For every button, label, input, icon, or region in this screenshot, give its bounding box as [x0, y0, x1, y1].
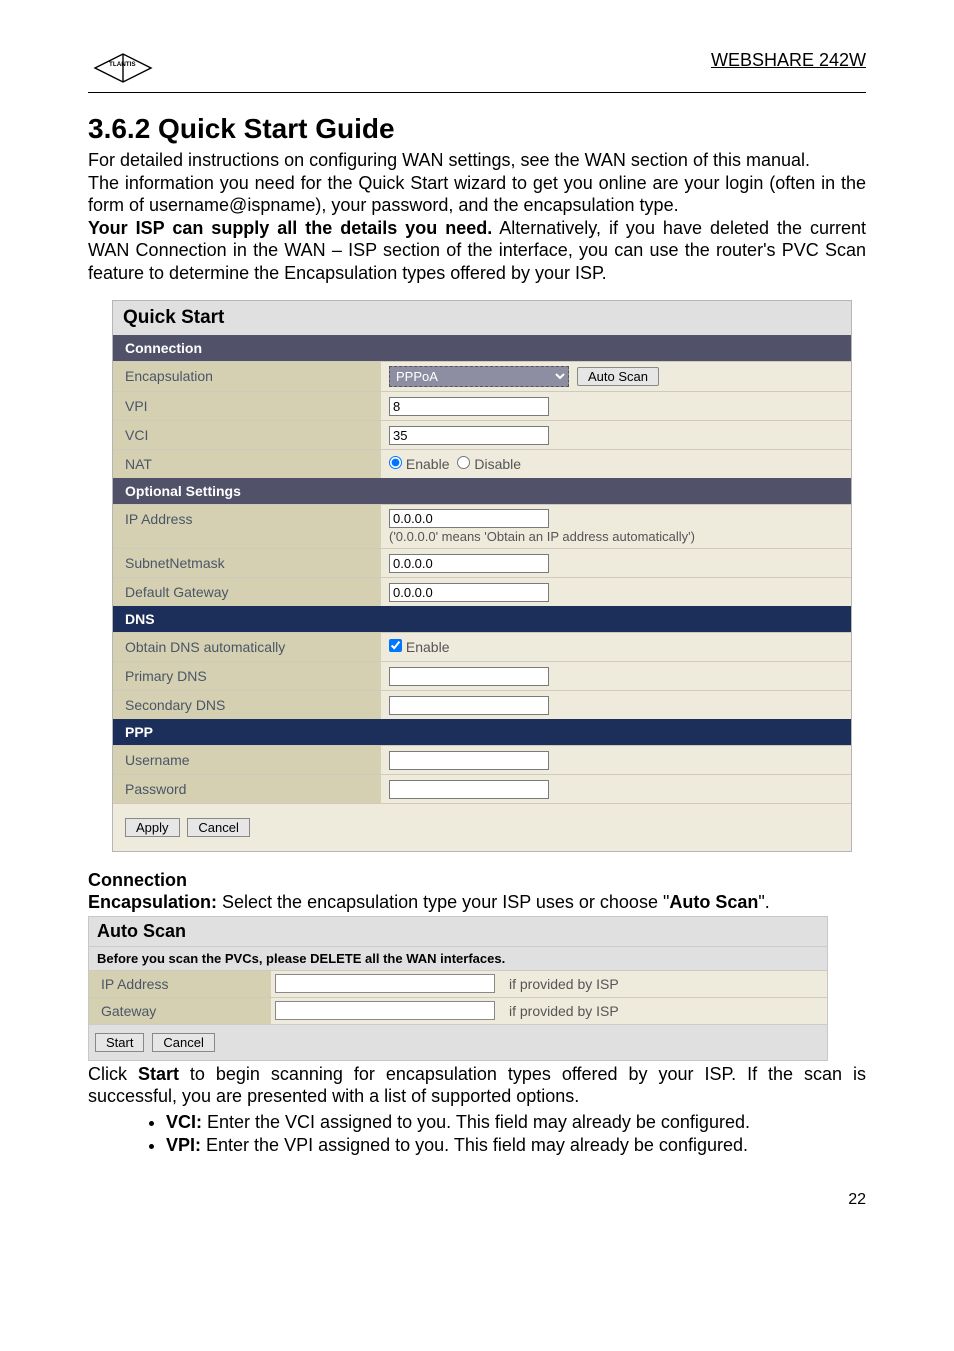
optional-header: Optional Settings	[113, 478, 851, 504]
primary-dns-input[interactable]	[389, 667, 549, 686]
gateway-input[interactable]	[389, 583, 549, 602]
page-number: 22	[88, 1191, 866, 1209]
encap-bold: Encapsulation:	[88, 892, 217, 912]
nat-disable-option[interactable]: Disable	[457, 456, 521, 472]
encap-text: Select the encapsulation type your ISP u…	[217, 892, 669, 912]
quickstart-panel: Quick Start Connection Encapsulation PPP…	[112, 300, 852, 852]
autoscan-title: Auto Scan	[89, 917, 827, 946]
dns-auto-checkbox[interactable]	[389, 639, 402, 652]
panel-button-row: Apply Cancel	[113, 803, 851, 851]
bullet-vpi: VPI: Enter the VPI assigned to you. This…	[166, 1135, 866, 1156]
dns-auto-option[interactable]: Enable	[389, 639, 449, 655]
nat-disable-radio[interactable]	[457, 456, 470, 469]
isp-note-bold: Your ISP can supply all the details you …	[88, 218, 492, 238]
row-vci: VCI	[113, 420, 851, 449]
autoscan-warning: Before you scan the PVCs, please DELETE …	[89, 946, 827, 970]
page-header: TLANTIS WEBSHARE 242W	[88, 50, 866, 93]
password-input[interactable]	[389, 780, 549, 799]
intro-para-2: The information you need for the Quick S…	[88, 172, 866, 217]
encapsulation-label: Encapsulation	[113, 362, 381, 391]
vci-label: VCI	[113, 421, 381, 449]
ip-label: IP Address	[113, 505, 381, 548]
row-username: Username	[113, 745, 851, 774]
ip-hint: ('0.0.0.0' means 'Obtain an IP address a…	[389, 529, 695, 544]
row-netmask: SubnetNetmask	[113, 548, 851, 577]
autoscan-gw-hint: if provided by ISP	[503, 998, 827, 1024]
encapsulation-desc: Encapsulation: Select the encapsulation …	[88, 891, 866, 914]
post-bold: Start	[138, 1064, 179, 1084]
autoscan-gw-label: Gateway	[89, 998, 271, 1024]
row-dns-auto: Obtain DNS automatically Enable	[113, 632, 851, 661]
auto-scan-button[interactable]: Auto Scan	[577, 367, 659, 386]
autoscan-panel: Auto Scan Before you scan the PVCs, plea…	[88, 916, 828, 1061]
password-label: Password	[113, 775, 381, 803]
intro-para-1: For detailed instructions on configuring…	[88, 149, 866, 172]
bullet-vci: VCI: Enter the VCI assigned to you. This…	[166, 1112, 866, 1133]
autoscan-ip-label: IP Address	[89, 971, 271, 997]
row-primary-dns: Primary DNS	[113, 661, 851, 690]
brand-logo: TLANTIS	[88, 50, 158, 86]
svg-text:TLANTIS: TLANTIS	[109, 61, 136, 68]
row-secondary-dns: Secondary DNS	[113, 690, 851, 719]
row-ip: IP Address ('0.0.0.0' means 'Obtain an I…	[113, 504, 851, 548]
username-input[interactable]	[389, 751, 549, 770]
vpi-b: VPI:	[166, 1135, 201, 1155]
dns-auto-text: Enable	[406, 639, 450, 655]
primary-dns-label: Primary DNS	[113, 662, 381, 690]
username-label: Username	[113, 746, 381, 774]
nat-enable-radio[interactable]	[389, 456, 402, 469]
autoscan-row-ip: IP Address if provided by ISP	[89, 970, 827, 997]
row-vpi: VPI	[113, 391, 851, 420]
gateway-label: Default Gateway	[113, 578, 381, 606]
row-encapsulation: Encapsulation PPPoA Auto Scan	[113, 361, 851, 391]
post-pre: Click	[88, 1064, 138, 1084]
row-nat: NAT Enable Disable	[113, 449, 851, 478]
row-password: Password	[113, 774, 851, 803]
dns-header: DNS	[113, 606, 851, 632]
nat-enable-text: Enable	[406, 456, 450, 472]
autoscan-row-gateway: Gateway if provided by ISP	[89, 997, 827, 1024]
autoscan-button-row: Start Cancel	[89, 1024, 827, 1060]
encap-bold2: Auto Scan	[669, 892, 758, 912]
vci-t: Enter the VCI assigned to you. This fiel…	[202, 1112, 750, 1132]
cancel-button[interactable]: Cancel	[187, 818, 249, 837]
row-gateway: Default Gateway	[113, 577, 851, 606]
nat-enable-option[interactable]: Enable	[389, 456, 449, 472]
apply-button[interactable]: Apply	[125, 818, 180, 837]
post-para: Click Start to begin scanning for encaps…	[88, 1063, 866, 1108]
vpi-label: VPI	[113, 392, 381, 420]
post-post: to begin scanning for encapsulation type…	[88, 1064, 866, 1107]
product-name: WEBSHARE 242W	[711, 50, 866, 71]
vci-b: VCI:	[166, 1112, 202, 1132]
encapsulation-select[interactable]: PPPoA	[389, 366, 569, 387]
ip-input[interactable]	[389, 509, 549, 528]
netmask-input[interactable]	[389, 554, 549, 573]
start-button[interactable]: Start	[95, 1033, 144, 1052]
intro-para-3: Your ISP can supply all the details you …	[88, 217, 866, 285]
bullet-list: VCI: Enter the VCI assigned to you. This…	[166, 1112, 866, 1156]
autoscan-ip-hint: if provided by ISP	[503, 971, 827, 997]
vpi-input[interactable]	[389, 397, 549, 416]
autoscan-gw-input[interactable]	[275, 1001, 495, 1020]
section-heading: 3.6.2 Quick Start Guide	[88, 113, 866, 145]
panel-title: Quick Start	[113, 301, 851, 335]
ppp-header: PPP	[113, 719, 851, 745]
nat-disable-text: Disable	[474, 456, 521, 472]
vpi-t: Enter the VPI assigned to you. This fiel…	[201, 1135, 748, 1155]
atlantis-logo-icon: TLANTIS	[88, 50, 158, 86]
netmask-label: SubnetNetmask	[113, 549, 381, 577]
dns-auto-label: Obtain DNS automatically	[113, 633, 381, 661]
autoscan-cancel-button[interactable]: Cancel	[152, 1033, 214, 1052]
secondary-dns-input[interactable]	[389, 696, 549, 715]
nat-label: NAT	[113, 450, 381, 478]
vci-input[interactable]	[389, 426, 549, 445]
encap-end: ".	[758, 892, 769, 912]
connection-subhead: Connection	[88, 870, 866, 891]
connection-header: Connection	[113, 335, 851, 361]
autoscan-ip-input[interactable]	[275, 974, 495, 993]
secondary-dns-label: Secondary DNS	[113, 691, 381, 719]
